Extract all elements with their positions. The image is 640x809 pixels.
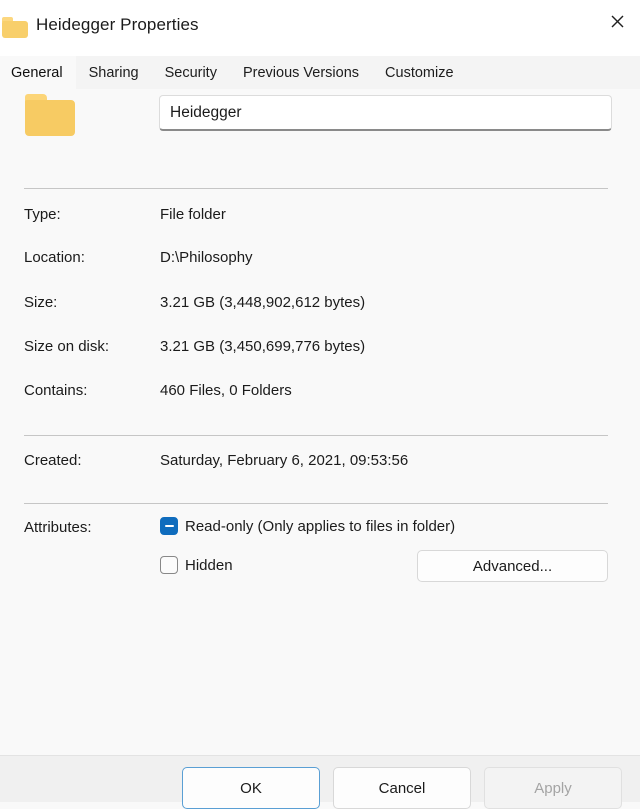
- close-icon[interactable]: [594, 0, 640, 42]
- value-type: File folder: [160, 206, 226, 223]
- property-row-size: Size: 3.21 GB (3,448,902,612 bytes): [0, 294, 640, 316]
- properties-dialog: Heidegger Properties General Sharing Sec…: [0, 0, 640, 809]
- tab-customize-label: Customize: [385, 64, 454, 81]
- label-type: Type:: [24, 206, 61, 223]
- folder-name-input[interactable]: [159, 95, 612, 131]
- value-location: D:\Philosophy: [160, 249, 253, 266]
- property-row-created: Created: Saturday, February 6, 2021, 09:…: [0, 452, 640, 474]
- separator-middle: [24, 435, 608, 436]
- folder-icon: [24, 94, 76, 136]
- apply-button: Apply: [484, 767, 622, 809]
- tab-general[interactable]: General: [0, 56, 76, 89]
- checkbox-hidden[interactable]: Hidden: [160, 556, 233, 574]
- tab-previous-versions[interactable]: Previous Versions: [229, 56, 373, 89]
- property-row-contains: Contains: 460 Files, 0 Folders: [0, 382, 640, 404]
- label-size: Size:: [24, 294, 58, 311]
- title-bar: Heidegger Properties: [0, 0, 640, 56]
- value-created: Saturday, February 6, 2021, 09:53:56: [160, 452, 409, 469]
- label-size-on-disk: Size on disk:: [24, 338, 110, 355]
- tab-customize[interactable]: Customize: [372, 56, 467, 89]
- advanced-button[interactable]: Advanced...: [417, 550, 608, 582]
- folder-name-row: [0, 89, 640, 151]
- tab-strip: General Sharing Security Previous Versio…: [0, 56, 640, 89]
- value-size-on-disk: 3.21 GB (3,450,699,776 bytes): [160, 338, 366, 355]
- property-row-size-on-disk: Size on disk: 3.21 GB (3,450,699,776 byt…: [0, 338, 640, 360]
- checkbox-hidden-box[interactable]: [160, 556, 178, 574]
- tab-previous-versions-label: Previous Versions: [242, 64, 360, 81]
- label-attributes: Attributes:: [24, 519, 92, 536]
- advanced-button-label: Advanced...: [472, 557, 553, 575]
- label-created: Created:: [24, 452, 82, 469]
- general-tab-panel: Type: File folder Location: D:\Philosoph…: [0, 89, 640, 809]
- separator-top: [24, 188, 608, 189]
- tab-security[interactable]: Security: [151, 56, 230, 89]
- dialog-footer: OK Cancel Apply: [0, 755, 640, 809]
- apply-button-label: Apply: [534, 779, 572, 797]
- tab-sharing[interactable]: Sharing: [75, 56, 152, 89]
- property-row-location: Location: D:\Philosophy: [0, 249, 640, 271]
- tab-strip-filler: [466, 56, 640, 89]
- folder-icon: [2, 17, 28, 38]
- cancel-button-label: Cancel: [378, 779, 426, 797]
- property-row-type: Type: File folder: [0, 206, 640, 228]
- ok-button[interactable]: OK: [182, 767, 320, 809]
- checkbox-hidden-label: Hidden: [185, 556, 233, 574]
- value-contains: 460 Files, 0 Folders: [160, 382, 292, 399]
- footer-button-group: OK Cancel Apply: [182, 767, 622, 809]
- tab-sharing-label: Sharing: [88, 64, 139, 81]
- label-contains: Contains:: [24, 382, 88, 399]
- tab-general-label: General: [11, 64, 63, 81]
- cancel-button[interactable]: Cancel: [333, 767, 471, 809]
- checkbox-readonly-label: Read-only (Only applies to files in fold…: [185, 517, 456, 535]
- checkbox-readonly[interactable]: Read-only (Only applies to files in fold…: [160, 517, 455, 535]
- value-size: 3.21 GB (3,448,902,612 bytes): [160, 294, 366, 311]
- tab-security-label: Security: [164, 64, 217, 81]
- separator-bottom: [24, 503, 608, 504]
- window-title: Heidegger Properties: [36, 15, 199, 34]
- checkbox-readonly-box[interactable]: [160, 517, 178, 535]
- ok-button-label: OK: [240, 779, 262, 797]
- label-location: Location:: [24, 249, 85, 266]
